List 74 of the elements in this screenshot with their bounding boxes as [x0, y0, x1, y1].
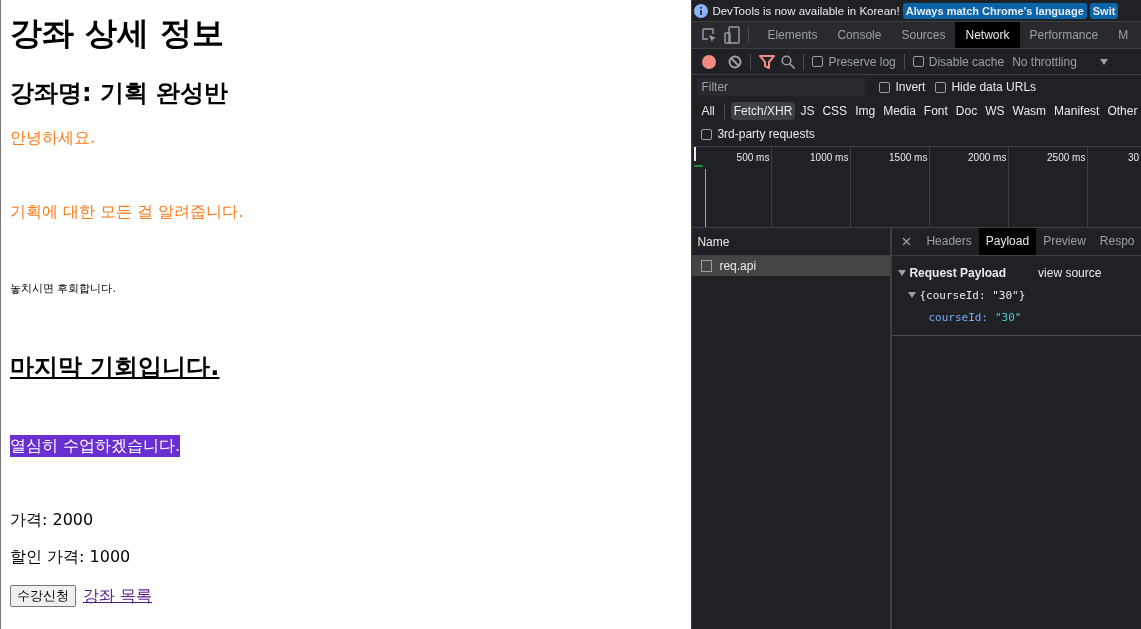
- type-filter[interactable]: Img: [852, 101, 879, 120]
- info-message: DevTools is now available in Korean!: [712, 4, 900, 17]
- close-icon[interactable]: [902, 237, 912, 246]
- detail-tab[interactable]: Payload: [978, 228, 1037, 255]
- highlighted-text: 열심히 수업하겠습니다.: [10, 435, 181, 457]
- type-filter[interactable]: Wasm: [1009, 101, 1050, 120]
- filter-field[interactable]: Filter: [697, 78, 866, 96]
- type-filter[interactable]: All: [698, 101, 718, 120]
- type-filter[interactable]: Doc: [952, 101, 981, 120]
- notice-text: 안녕하세요.: [10, 128, 96, 148]
- detail-tab[interactable]: Headers: [919, 228, 979, 255]
- checkbox[interactable]: [935, 81, 947, 93]
- panel-tab[interactable]: Elements: [757, 22, 828, 48]
- course-name: 강좌명: 기획 완성반: [10, 78, 229, 108]
- request-row[interactable]: req.api: [692, 256, 891, 276]
- time-tick-label: 30: [1127, 152, 1139, 165]
- detail-tab[interactable]: Preview: [1036, 228, 1093, 255]
- panel-tab[interactable]: Console: [827, 22, 892, 48]
- checkbox[interactable]: [701, 128, 713, 140]
- expand-triangle-icon[interactable]: [908, 291, 917, 299]
- preserve-log-checkbox-label[interactable]: Preserve log: [828, 54, 896, 69]
- panel-tab[interactable]: Network: [955, 22, 1020, 48]
- object-summary[interactable]: {courseId: "30"}: [919, 288, 1026, 302]
- disable-cache-checkbox-label[interactable]: Disable cache: [928, 54, 1005, 69]
- type-filter[interactable]: Fetch/XHR: [730, 101, 796, 120]
- info-icon[interactable]: [694, 3, 709, 18]
- view-source-link[interactable]: view source: [1038, 266, 1102, 280]
- small-text: 놓치시면 후회합니다.: [10, 282, 116, 296]
- time-tick-label: 2000 ms: [968, 152, 1007, 165]
- language-button[interactable]: Swit: [1089, 2, 1119, 19]
- price-text: 가격: 2000: [10, 510, 94, 530]
- filter-icon[interactable]: [759, 54, 776, 69]
- clear-icon[interactable]: [728, 54, 743, 69]
- checkbox[interactable]: [812, 56, 824, 67]
- section-title[interactable]: Request Payload: [909, 266, 1007, 280]
- panel-tab[interactable]: M: [1108, 22, 1139, 48]
- panel-tab[interactable]: Performance: [1019, 22, 1109, 48]
- time-tick-label: 1500 ms: [889, 152, 928, 165]
- timeline-marker-drawing[interactable]: [694, 147, 709, 227]
- inspect-icon[interactable]: [701, 27, 718, 43]
- type-filter[interactable]: Manifest: [1051, 101, 1103, 120]
- time-tick-label: 2500 ms: [1047, 152, 1086, 165]
- third-party-checkbox-label[interactable]: 3rd-party requests: [717, 127, 815, 141]
- caret-icon[interactable]: [1098, 57, 1109, 66]
- type-filter[interactable]: CSS: [819, 101, 851, 120]
- record-icon[interactable]: [702, 54, 717, 69]
- invert-checkbox-label[interactable]: Invert: [895, 80, 926, 94]
- checkbox[interactable]: [879, 81, 891, 93]
- device-icon[interactable]: [724, 26, 741, 44]
- throttling-select[interactable]: No throttling: [1012, 54, 1077, 69]
- type-filter[interactable]: Media: [880, 101, 919, 120]
- panel-tab[interactable]: Sources: [891, 22, 956, 48]
- hide-data-urls-checkbox-label[interactable]: Hide data URLs: [951, 80, 1037, 94]
- type-filter[interactable]: Font: [920, 101, 951, 120]
- expand-triangle-icon[interactable]: [898, 269, 907, 277]
- file-icon[interactable]: [701, 260, 713, 272]
- property-key: courseId:: [928, 310, 988, 324]
- request-name: req.api: [719, 259, 757, 273]
- price-text: 할인 가격: 1000: [10, 547, 131, 567]
- detail-tab[interactable]: Respo: [1092, 228, 1141, 255]
- type-filter[interactable]: Other: [1104, 101, 1141, 120]
- course-list-link[interactable]: 강좌 목록: [83, 585, 153, 607]
- search-icon[interactable]: [781, 54, 796, 69]
- language-button[interactable]: Always match Chrome's language: [902, 2, 1087, 19]
- notice-text: 기획에 대한 모든 걸 알려줍니다.: [10, 202, 244, 222]
- checkbox[interactable]: [912, 56, 924, 67]
- type-filter[interactable]: WS: [982, 101, 1008, 120]
- enroll-button[interactable]: 수강신청: [10, 585, 76, 607]
- type-filter[interactable]: JS: [797, 101, 818, 120]
- time-tick-label: 500 ms: [736, 152, 770, 165]
- time-tick-label: 1000 ms: [810, 152, 849, 165]
- page-title: 강좌 상세 정보: [10, 13, 225, 53]
- notice-heading: 마지막 기회입니다.: [10, 352, 220, 382]
- property-value: "30": [995, 310, 1022, 324]
